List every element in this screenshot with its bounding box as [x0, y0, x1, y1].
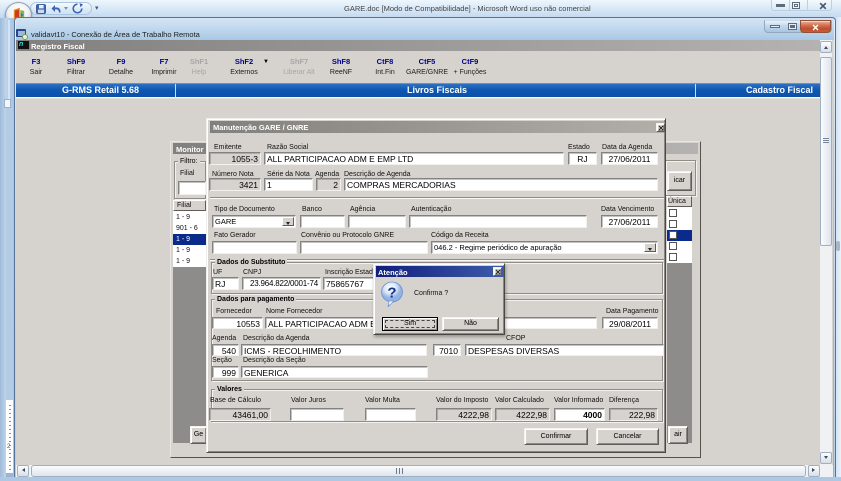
svg-text:?: ? [387, 285, 396, 302]
